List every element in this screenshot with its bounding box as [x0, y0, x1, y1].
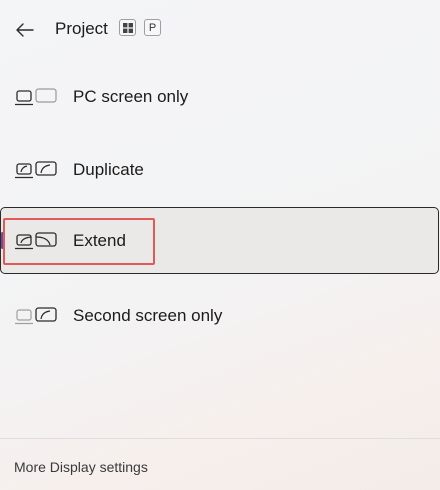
- option-label: Second screen only: [73, 306, 223, 325]
- option-extend[interactable]: Extend: [0, 207, 439, 274]
- option-label: Duplicate: [73, 160, 144, 179]
- option-label: PC screen only: [73, 87, 189, 106]
- windows-logo-icon: [122, 22, 133, 33]
- duplicate-icon: [15, 161, 57, 179]
- page-title: Project: [55, 19, 108, 38]
- pc-screen-only-icon: [15, 88, 57, 106]
- p-key-badge: P: [144, 19, 161, 36]
- more-display-settings-link[interactable]: More Display settings: [14, 459, 148, 475]
- windows-key-badge: [119, 19, 136, 36]
- option-pc-screen-only[interactable]: PC screen only: [0, 63, 440, 131]
- option-second-screen-only[interactable]: Second screen only: [0, 282, 440, 350]
- header: Project P: [0, 0, 440, 60]
- option-duplicate[interactable]: Duplicate: [0, 136, 440, 204]
- second-screen-only-icon: [15, 307, 57, 325]
- arrow-left-icon: [16, 23, 34, 37]
- footer-divider: [0, 438, 440, 439]
- back-button[interactable]: [12, 17, 38, 43]
- red-highlight-box: [3, 218, 155, 265]
